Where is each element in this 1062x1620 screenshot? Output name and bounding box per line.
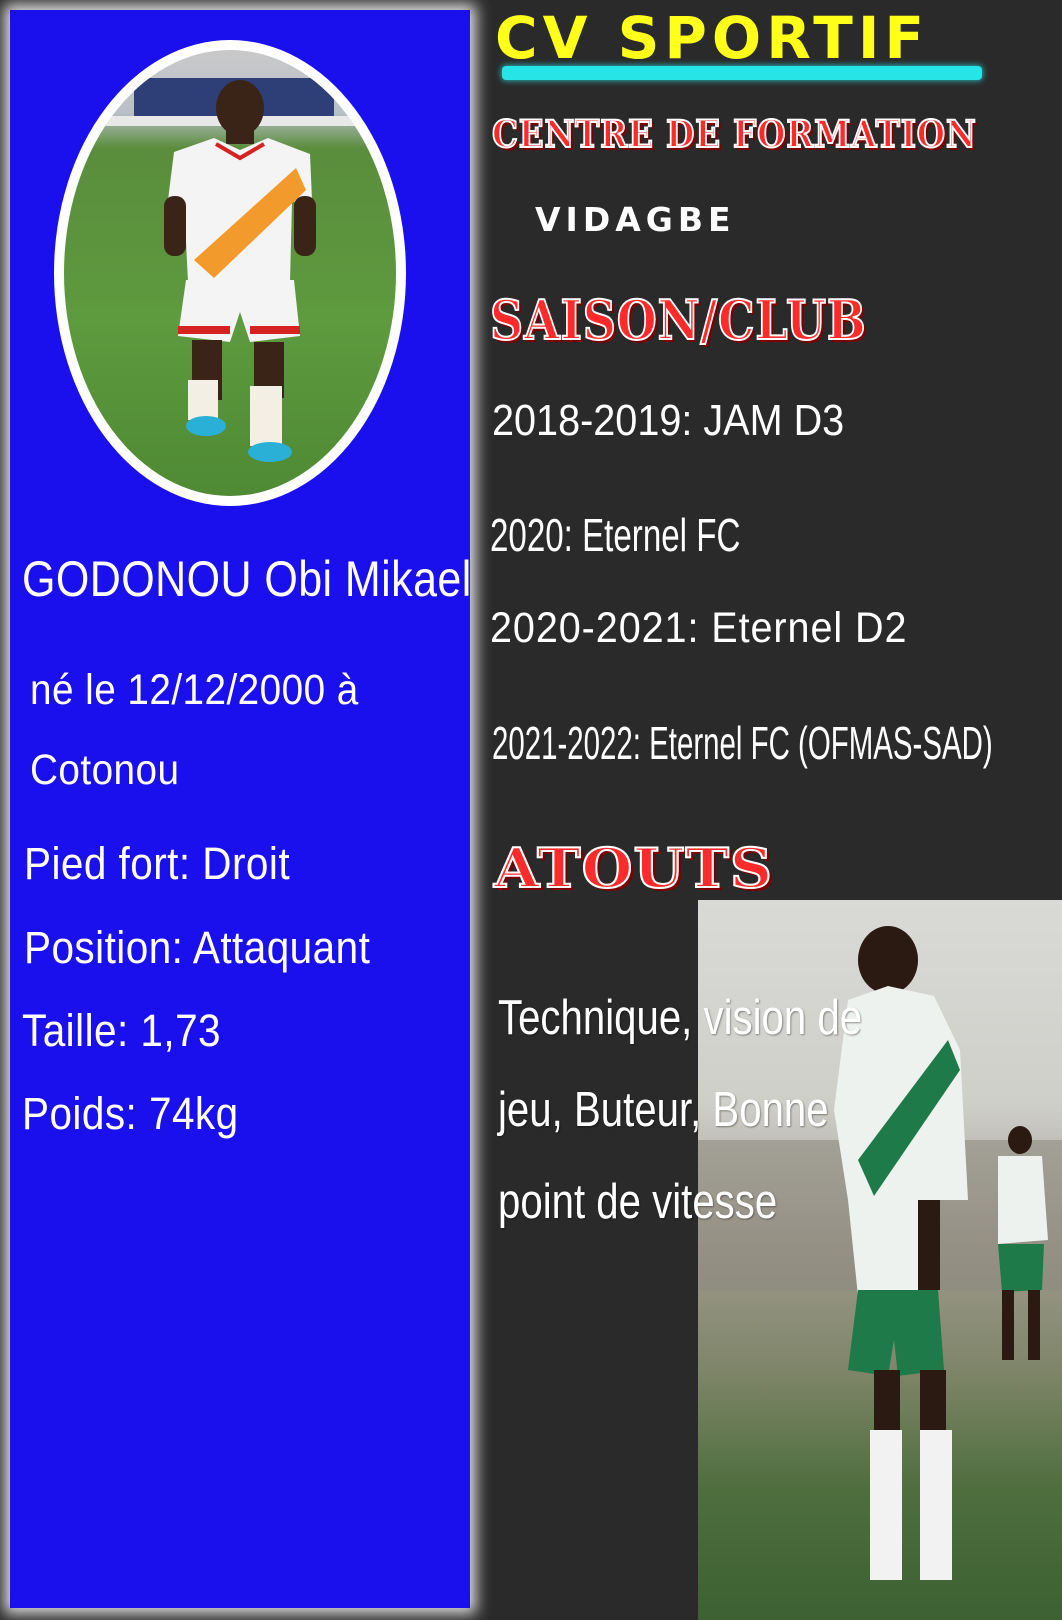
player-info-panel: GODONOU Obi Mikael né le 12/12/2000 à Co… <box>10 10 472 1608</box>
training-center-heading: CENTRE DE FORMATION <box>491 111 977 157</box>
player-illustration <box>64 78 396 462</box>
atouts-text-line: point de vitesse <box>498 1175 778 1229</box>
club-item: 2018-2019: JAM D3 <box>492 396 845 445</box>
atouts-text-line: jeu, Buteur, Bonne <box>498 1083 829 1137</box>
cv-poster: GODONOU Obi Mikael né le 12/12/2000 à Co… <box>0 0 1062 1620</box>
player-height: Taille: 1,73 <box>22 1005 222 1056</box>
training-center-name: VIDAGBE <box>535 200 736 239</box>
club-item: 2021-2022: Eternel FC (OFMAS-SAD) <box>492 717 993 769</box>
page-title: CV SPORTIF <box>495 4 930 72</box>
strong-foot: Pied fort: Droit <box>24 838 291 889</box>
birth-info: né le 12/12/2000 à <box>30 666 359 714</box>
player-position: Position: Attaquant <box>24 922 371 973</box>
title-underline <box>502 66 982 80</box>
player-weight: Poids: 74kg <box>22 1088 239 1139</box>
player-photo <box>64 50 396 496</box>
club-item: 2020-2021: Eternel D2 <box>490 604 908 652</box>
player-photo-frame <box>54 40 406 506</box>
club-item: 2020: Eternel FC <box>490 509 741 561</box>
atouts-heading: ATOUTS <box>493 835 774 901</box>
atouts-text-line: Technique, vision de <box>498 991 863 1045</box>
player-name: GODONOU Obi Mikael <box>22 551 472 607</box>
clubs-heading: SAISON/CLUB <box>489 287 867 353</box>
birth-place: Cotonou <box>30 746 180 794</box>
